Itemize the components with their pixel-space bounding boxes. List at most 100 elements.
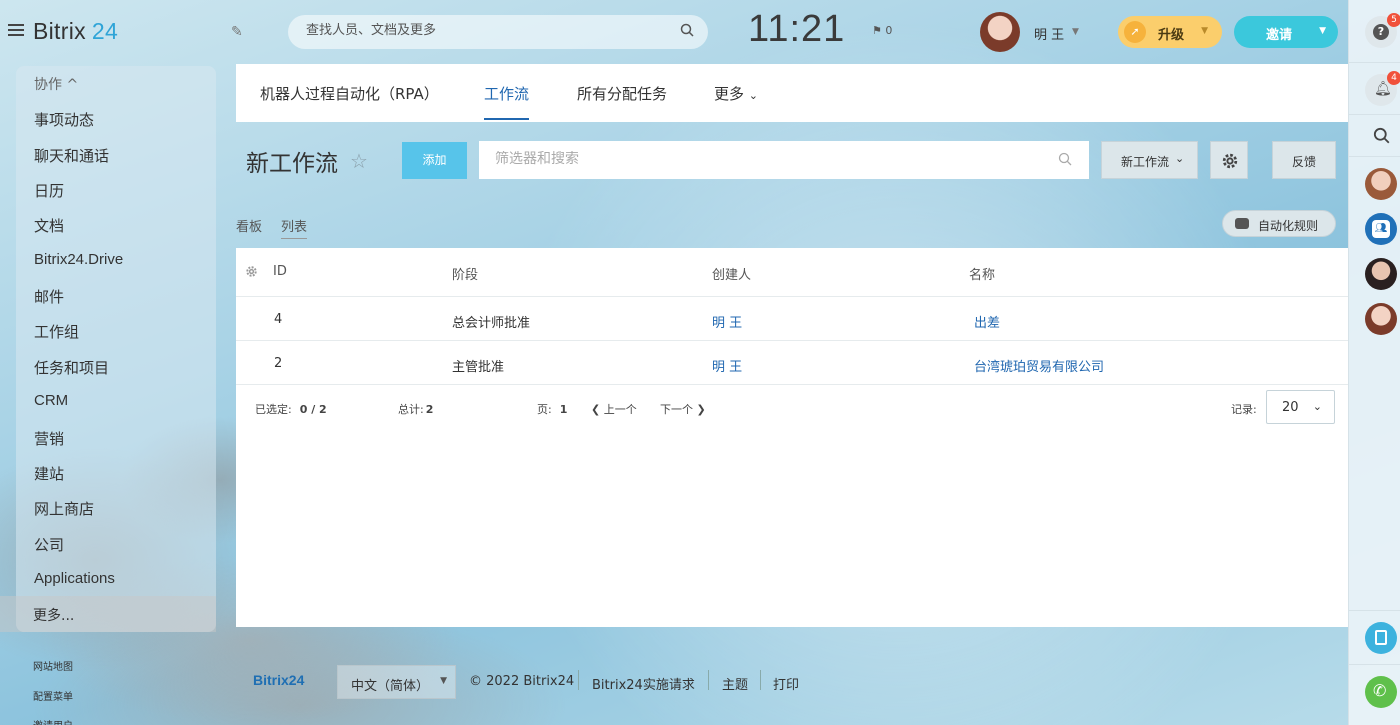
selected-value: 0 / 2 — [299, 403, 327, 416]
chevron-down-icon: ⌄ — [748, 89, 759, 102]
view-kanban[interactable]: 看板 — [236, 216, 262, 235]
call-button[interactable]: ✆ — [1365, 676, 1397, 708]
next-page-button[interactable]: 下一个 ❯ — [660, 401, 706, 417]
search-icon[interactable] — [1373, 127, 1390, 144]
top-header: Bitrix24 ✎ 11:21 ⚑ 0 明 王 ▼ ➚ 升级 ▼ 邀请 ▼ — [0, 0, 1348, 64]
gear-icon[interactable] — [245, 265, 258, 278]
grid-header: ID 阶段 创建人 名称 — [236, 248, 1348, 297]
divider — [708, 670, 709, 690]
column-creator[interactable]: 创建人 — [712, 264, 751, 283]
logo-text: Bitrix — [33, 18, 86, 44]
flag-counter[interactable]: ⚑ 0 — [872, 24, 892, 37]
automation-rules-button[interactable]: 自动化规则 — [1222, 210, 1336, 237]
help-icon: ? — [1373, 24, 1389, 40]
chevron-down-icon: ▼ — [1201, 26, 1208, 36]
desktop-app-button[interactable] — [1365, 622, 1397, 654]
group-icon: 👥︎ — [1372, 220, 1390, 238]
contact-avatar[interactable] — [1365, 168, 1397, 200]
app-logo[interactable]: Bitrix 24 — [33, 18, 118, 45]
divider — [760, 670, 761, 690]
new-workflow-label: 新工作流 — [1121, 155, 1170, 169]
table-row[interactable]: 2 主管批准 明 王 台湾琥珀贸易有限公司 — [236, 341, 1348, 385]
filter-input[interactable] — [495, 151, 1035, 167]
filter-search[interactable] — [479, 141, 1089, 179]
top-tabs: 机器人过程自动化（RPA） 工作流 所有分配任务 更多 ⌄ — [236, 64, 1348, 122]
sidebar-item-crm[interactable]: CRM — [34, 392, 68, 409]
divider — [1349, 664, 1400, 665]
prev-page-button[interactable]: ❮ 上一个 — [591, 401, 637, 417]
cell-stage: 主管批准 — [452, 360, 505, 375]
language-select[interactable]: 中文（简体） ▼ — [337, 665, 456, 699]
table-row[interactable]: 4 总会计师批准 明 王 出差 — [236, 297, 1348, 341]
new-workflow-button[interactable]: 新工作流 ⌄ — [1101, 141, 1198, 179]
sidebar-item-mail[interactable]: 邮件 — [34, 286, 64, 307]
search-icon[interactable] — [1058, 152, 1072, 166]
sidebar-item-tasks[interactable]: 任务和项目 — [34, 357, 109, 378]
prev-label: 上一个 — [603, 403, 637, 416]
edit-icon[interactable]: ✎ — [231, 24, 243, 40]
user-avatar[interactable] — [980, 12, 1020, 52]
selected-label: 已选定: — [255, 403, 292, 416]
print-link[interactable]: 打印 — [773, 674, 799, 693]
workflow-grid: ID 阶段 创建人 名称 4 总会计师批准 明 王 出差 2 主管批准 明 王 … — [236, 248, 1348, 627]
theme-link[interactable]: 主题 — [722, 674, 748, 693]
cell-creator[interactable]: 明 王 — [712, 356, 742, 375]
view-list[interactable]: 列表 — [281, 216, 308, 239]
sidebar-section-collab[interactable]: 协作 ^ — [34, 74, 78, 94]
contact-avatar[interactable] — [1365, 258, 1397, 290]
sidebar-item-workgroups[interactable]: 工作组 — [34, 321, 79, 342]
column-id[interactable]: ID — [273, 264, 287, 279]
sidebar-item-activity[interactable]: 事项动态 — [34, 109, 94, 130]
sidebar-item-shop[interactable]: 网上商店 — [34, 498, 94, 519]
chevron-down-icon[interactable]: ▼ — [1072, 27, 1079, 37]
page-title: 新工作流 — [246, 150, 338, 176]
chevron-down-icon: ▼ — [1319, 26, 1326, 36]
tab-more[interactable]: 更多 ⌄ — [714, 83, 758, 104]
configure-menu-link[interactable]: 配置菜单 — [33, 688, 73, 703]
phone-icon: ✆ — [1373, 681, 1387, 700]
search-input[interactable] — [306, 23, 666, 38]
cell-name[interactable]: 台湾琥珀贸易有限公司 — [974, 356, 1104, 375]
search-icon[interactable] — [680, 23, 694, 37]
sidebar-item-marketing[interactable]: 营销 — [34, 428, 64, 449]
contact-avatar[interactable] — [1365, 303, 1397, 335]
tab-rpa[interactable]: 机器人过程自动化（RPA） — [260, 83, 439, 104]
sidebar-more[interactable]: 更多... — [0, 596, 216, 632]
sidebar-item-docs[interactable]: 文档 — [34, 215, 64, 236]
total-label: 总计: — [398, 403, 424, 416]
automation-rules-label: 自动化规则 — [1258, 219, 1319, 233]
upgrade-button[interactable]: ➚ 升级 ▼ — [1118, 16, 1222, 48]
invite-button[interactable]: 邀请 ▼ — [1234, 16, 1338, 48]
invite-label: 邀请 — [1266, 28, 1293, 43]
footer-logo[interactable]: Bitrix24 — [253, 672, 304, 688]
settings-button[interactable] — [1210, 141, 1248, 179]
user-name[interactable]: 明 王 — [1034, 24, 1064, 43]
column-stage[interactable]: 阶段 — [452, 264, 478, 283]
sidebar-item-applications[interactable]: Applications — [34, 570, 115, 587]
sidebar-item-sites[interactable]: 建站 — [34, 463, 64, 484]
tab-assigned[interactable]: 所有分配任务 — [577, 83, 667, 104]
sidebar-item-drive[interactable]: Bitrix24.Drive — [34, 251, 123, 268]
column-name[interactable]: 名称 — [969, 264, 995, 283]
star-icon[interactable]: ☆ — [350, 149, 368, 173]
upgrade-label: 升级 — [1158, 28, 1185, 43]
implementation-request-link[interactable]: Bitrix24实施请求 — [592, 674, 695, 693]
records-per-page-select[interactable]: 20 ⌄ — [1266, 390, 1335, 424]
menu-icon[interactable] — [8, 24, 24, 36]
sitemap-link[interactable]: 网站地图 — [33, 658, 73, 673]
add-button[interactable]: 添加 — [402, 142, 467, 179]
cell-creator[interactable]: 明 王 — [712, 312, 742, 331]
flag-icon: ⚑ — [872, 24, 882, 37]
divider — [1349, 610, 1400, 611]
cell-name[interactable]: 出差 — [974, 312, 1000, 331]
sidebar-item-calendar[interactable]: 日历 — [34, 180, 64, 201]
global-search[interactable] — [288, 15, 708, 49]
group-chat-button[interactable]: 👥︎ — [1365, 213, 1397, 245]
feedback-button[interactable]: 反馈 — [1272, 141, 1336, 179]
sidebar-item-chat[interactable]: 聊天和通话 — [34, 145, 109, 166]
right-rail: ? 5 🔔︎ 4 👥︎ ✆ — [1348, 0, 1400, 725]
sidebar-item-company[interactable]: 公司 — [34, 534, 64, 555]
page-label: 页: — [537, 403, 552, 416]
tab-workflow[interactable]: 工作流 — [484, 83, 529, 104]
invite-users-link[interactable]: 邀请用户 — [33, 717, 73, 725]
